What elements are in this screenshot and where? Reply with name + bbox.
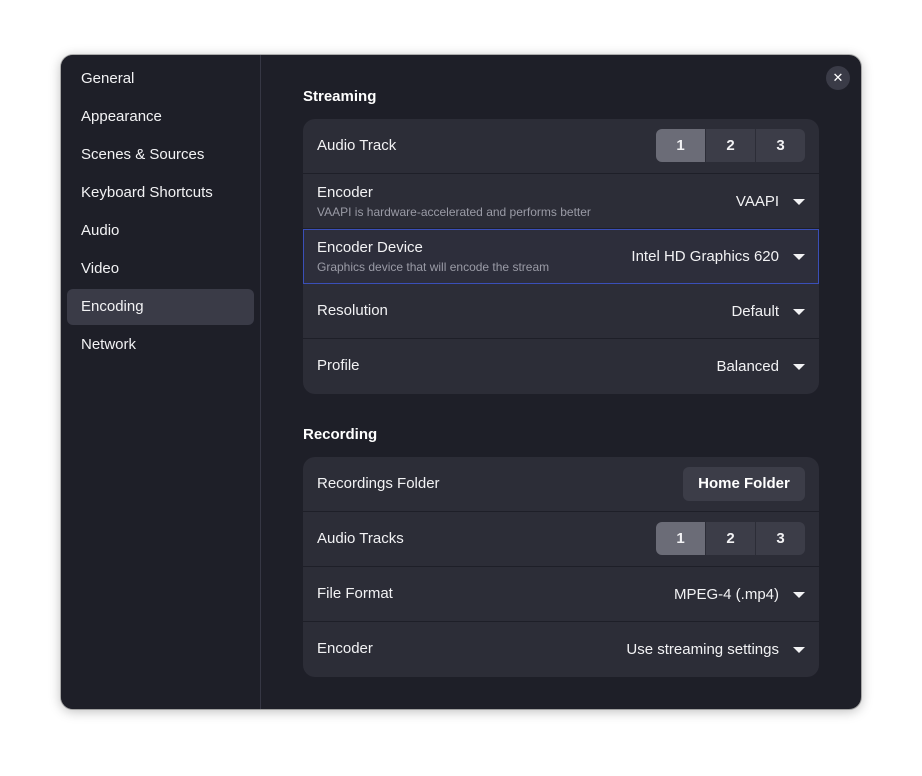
encoder-row[interactable]: Encoder VAAPI is hardware-accelerated an… bbox=[303, 174, 819, 229]
audio-tracks-row: Audio Tracks 1 2 3 bbox=[303, 512, 819, 567]
streaming-card: Audio Track 1 2 3 Encoder VAAPI is hardw… bbox=[303, 119, 819, 394]
profile-value: Balanced bbox=[716, 358, 779, 375]
recordings-folder-label: Recordings Folder bbox=[317, 475, 440, 492]
file-format-row[interactable]: File Format MPEG-4 (.mp4) bbox=[303, 567, 819, 622]
encoder-device-label: Encoder Device bbox=[317, 239, 423, 256]
recording-section-title: Recording bbox=[303, 426, 378, 443]
close-icon: ✕ bbox=[832, 70, 844, 85]
audio-tracks-option-2[interactable]: 2 bbox=[705, 522, 755, 555]
sidebar-item-keyboard-shortcuts[interactable]: Keyboard Shortcuts bbox=[67, 175, 254, 211]
close-button[interactable]: ✕ bbox=[826, 66, 850, 90]
recording-encoder-value: Use streaming settings bbox=[626, 641, 779, 658]
chevron-down-icon bbox=[793, 253, 805, 260]
home-folder-button[interactable]: Home Folder bbox=[683, 467, 805, 501]
recording-card: Recordings Folder Home Folder Audio Trac… bbox=[303, 457, 819, 677]
chevron-down-icon bbox=[793, 364, 805, 370]
sidebar-item-network[interactable]: Network bbox=[67, 327, 254, 363]
encoder-device-subtitle: Graphics device that will encode the str… bbox=[317, 260, 550, 274]
file-format-label: File Format bbox=[317, 585, 393, 602]
audio-track-row: Audio Track 1 2 3 bbox=[303, 119, 819, 174]
audio-tracks-selector: 1 2 3 bbox=[656, 522, 805, 555]
chevron-down-icon bbox=[793, 591, 805, 598]
encoder-dropdown[interactable]: VAAPI bbox=[736, 174, 805, 228]
profile-dropdown[interactable]: Balanced bbox=[716, 339, 805, 394]
profile-label: Profile bbox=[317, 357, 360, 374]
chevron-down-icon bbox=[793, 647, 805, 653]
sidebar-item-video[interactable]: Video bbox=[67, 251, 254, 287]
resolution-value: Default bbox=[731, 302, 779, 320]
sidebar-item-general[interactable]: General bbox=[67, 61, 254, 97]
audio-tracks-option-3[interactable]: 3 bbox=[755, 522, 805, 555]
resolution-dropdown[interactable]: Default bbox=[731, 284, 805, 338]
recording-encoder-row[interactable]: Encoder Use streaming settings bbox=[303, 622, 819, 677]
chevron-down-icon bbox=[793, 198, 805, 205]
sidebar-item-appearance[interactable]: Appearance bbox=[67, 99, 254, 135]
file-format-value: MPEG-4 (.mp4) bbox=[673, 585, 779, 603]
encoder-device-value: Intel HD Graphics 620 bbox=[631, 247, 779, 265]
audio-track-label: Audio Track bbox=[317, 137, 397, 154]
streaming-section-title: Streaming bbox=[303, 88, 377, 105]
preferences-window: General Appearance Scenes & Sources Keyb… bbox=[61, 55, 861, 709]
profile-row[interactable]: Profile Balanced bbox=[303, 339, 819, 394]
encoder-label: Encoder bbox=[317, 184, 373, 201]
audio-tracks-option-1[interactable]: 1 bbox=[656, 522, 705, 555]
audio-track-option-2[interactable]: 2 bbox=[705, 129, 755, 162]
encoder-value: VAAPI bbox=[735, 192, 779, 210]
audio-track-option-1[interactable]: 1 bbox=[656, 129, 705, 162]
sidebar-item-audio[interactable]: Audio bbox=[67, 213, 254, 249]
sidebar-item-scenes-sources[interactable]: Scenes & Sources bbox=[67, 137, 254, 173]
sidebar-item-encoding[interactable]: Encoding bbox=[67, 289, 254, 325]
chevron-down-icon bbox=[793, 308, 805, 315]
resolution-label: Resolution bbox=[317, 302, 388, 319]
file-format-dropdown[interactable]: MPEG-4 (.mp4) bbox=[674, 567, 805, 621]
recordings-folder-row: Recordings Folder Home Folder bbox=[303, 457, 819, 512]
resolution-row[interactable]: Resolution Default bbox=[303, 284, 819, 339]
audio-track-option-3[interactable]: 3 bbox=[755, 129, 805, 162]
encoder-device-dropdown[interactable]: Intel HD Graphics 620 bbox=[631, 229, 805, 283]
sidebar: General Appearance Scenes & Sources Keyb… bbox=[61, 55, 261, 709]
recording-encoder-label: Encoder bbox=[317, 640, 373, 657]
encoder-device-row[interactable]: Encoder Device Graphics device that will… bbox=[303, 229, 819, 284]
recording-encoder-dropdown[interactable]: Use streaming settings bbox=[626, 622, 805, 677]
encoder-subtitle: VAAPI is hardware-accelerated and perfor… bbox=[317, 205, 591, 219]
audio-tracks-label: Audio Tracks bbox=[317, 530, 404, 547]
audio-track-selector: 1 2 3 bbox=[656, 129, 805, 162]
